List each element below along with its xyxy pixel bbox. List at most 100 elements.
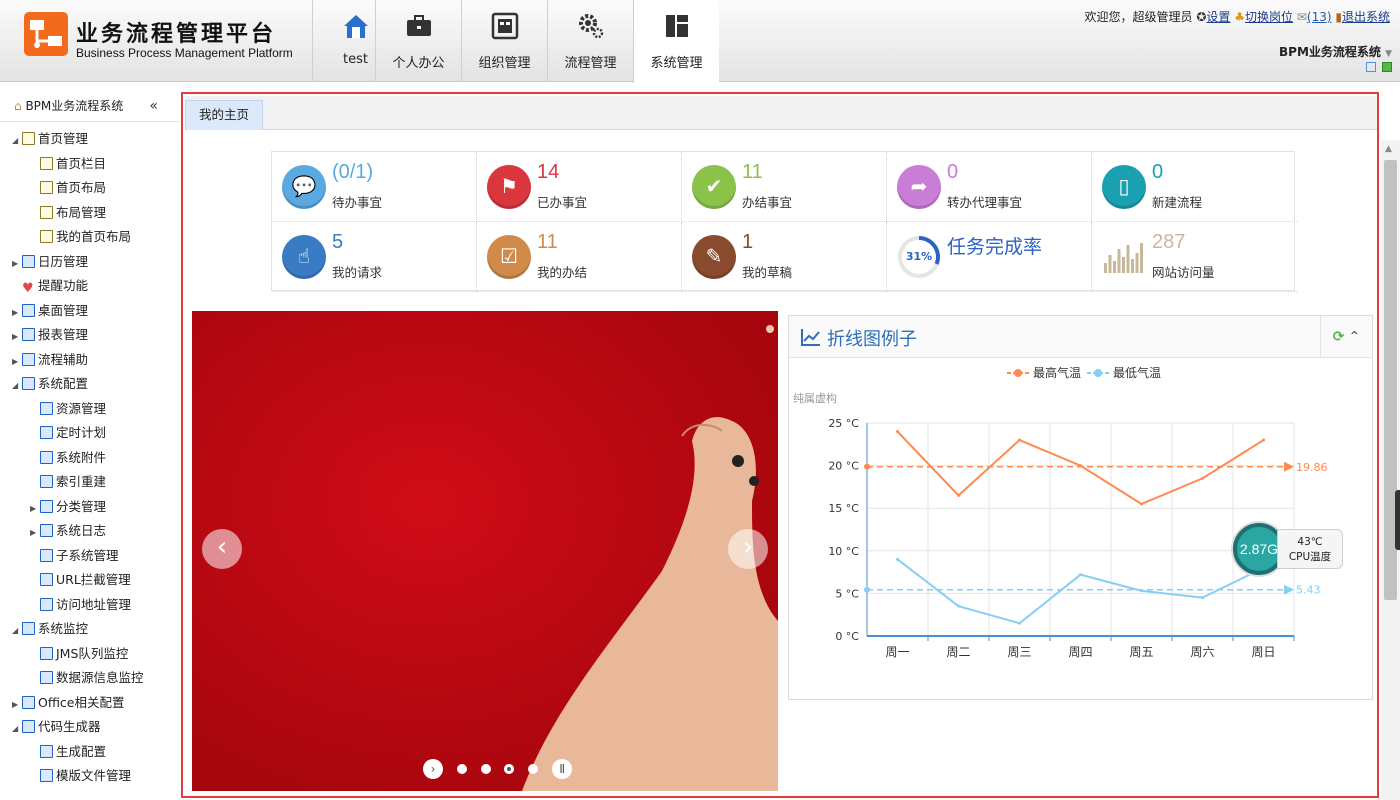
- tree-collapsed-icon[interactable]: ▶: [12, 253, 22, 275]
- tree-collapsed-icon[interactable]: ▶: [12, 302, 22, 324]
- document-icon: ▯: [1102, 165, 1146, 209]
- sidebar-item[interactable]: 首页布局: [30, 177, 106, 199]
- sidebar-item[interactable]: ♥ 提醒功能: [12, 275, 88, 297]
- side-handle[interactable]: [1395, 490, 1400, 550]
- sidebar-item[interactable]: ◢ 首页管理: [12, 128, 88, 150]
- tree-collapsed-icon[interactable]: ▶: [30, 522, 40, 544]
- sidebar-item-label: 模版文件管理: [56, 768, 132, 783]
- tab-bar: 我的主页: [185, 96, 1377, 130]
- stat-card[interactable]: 💬 (0/1) 待办事宜: [272, 152, 477, 222]
- sidebar-item[interactable]: ◢ 系统配置: [12, 373, 88, 395]
- sidebar-item[interactable]: 资源管理: [30, 398, 106, 420]
- sidebar-item[interactable]: ▶ 分类管理: [30, 496, 106, 518]
- sidebar-item[interactable]: ▶ 流程辅助: [12, 349, 88, 371]
- average-arrow: [1284, 461, 1294, 472]
- sidebar-item-label: 首页栏目: [56, 155, 107, 171]
- stat-card[interactable]: ✎ 1 我的草稿: [682, 222, 887, 292]
- sidebar-item[interactable]: 我的首页布局: [30, 226, 131, 248]
- tree-collapsed-icon[interactable]: ▶: [12, 351, 22, 373]
- stat-card[interactable]: ⚑ 14 已办事宜: [477, 152, 682, 222]
- bars-icon: [40, 499, 53, 513]
- carousel-next-button[interactable]: ›: [728, 529, 768, 569]
- sidebar-item-label: 索引重建: [56, 474, 107, 489]
- logout-link[interactable]: 退出系统: [1342, 10, 1390, 24]
- doc-icon: [22, 132, 35, 145]
- refresh-icon[interactable]: ⟳: [1333, 329, 1345, 345]
- tree-expanded-icon[interactable]: ◢: [12, 620, 22, 642]
- queue-icon: [40, 646, 53, 660]
- stat-value: 11: [742, 161, 763, 183]
- carousel-play-button[interactable]: ›: [423, 759, 443, 779]
- sidebar-item-label: 首页布局: [56, 180, 107, 195]
- carousel-pause-button[interactable]: Ⅱ: [552, 759, 573, 779]
- completion-percent: 31%: [905, 250, 933, 263]
- stat-card[interactable]: ➦ 0 转办代理事宜: [887, 152, 1092, 222]
- carousel-prev-button[interactable]: ‹: [202, 529, 242, 569]
- stat-card[interactable]: ✔ 11 办结事宜: [682, 152, 887, 222]
- subsystem-icon: [40, 548, 53, 562]
- nav-tab-label: 流程管理: [564, 56, 617, 71]
- stat-card[interactable]: ▯ 0 新建流程: [1092, 152, 1297, 222]
- page-scrollbar[interactable]: ▲: [1381, 140, 1400, 800]
- nav-tab-org-management[interactable]: 组织管理: [461, 0, 547, 82]
- sidebar-item[interactable]: 首页栏目: [30, 153, 106, 175]
- sidebar-item[interactable]: 系统附件: [30, 447, 106, 469]
- sidebar-item[interactable]: ◢ 系统监控: [12, 618, 88, 640]
- sidebar-item[interactable]: ▶ 桌面管理: [12, 300, 88, 322]
- app-subtitle: Business Process Management Platform: [76, 46, 293, 60]
- sidebar-item[interactable]: 定时计划: [30, 422, 106, 444]
- sidebar-item[interactable]: 访问地址管理: [30, 594, 131, 616]
- sidebar-item-label: 子系统管理: [56, 547, 119, 563]
- mail-count-link[interactable]: (13): [1307, 10, 1332, 24]
- sidebar-item[interactable]: 布局管理: [30, 202, 106, 224]
- stat-card[interactable]: 31% 任务完成率: [887, 222, 1092, 292]
- stat-card[interactable]: ☝ 5 我的请求: [272, 222, 477, 292]
- sidebar-item[interactable]: ▶ Office相关配置: [12, 692, 125, 714]
- nav-tab-process-management[interactable]: 流程管理: [547, 0, 633, 82]
- sidebar-item[interactable]: 模版文件管理: [30, 765, 131, 787]
- carousel-dot[interactable]: [480, 764, 491, 774]
- sidebar-item[interactable]: JMS队列监控: [30, 643, 128, 665]
- sidebar-item[interactable]: 子系统管理: [30, 545, 119, 567]
- stat-label: 待办事宜: [332, 195, 383, 210]
- tree-collapsed-icon[interactable]: ▶: [12, 326, 22, 348]
- carousel-dot[interactable]: [504, 764, 515, 774]
- carousel-pagination: › Ⅱ: [418, 759, 577, 781]
- tree-collapsed-icon[interactable]: ▶: [12, 694, 22, 716]
- sidebar-title: BPM业务流程系统: [25, 99, 124, 113]
- sidebar-item[interactable]: ▶ 报表管理: [12, 324, 88, 346]
- nav-tab-personal-office[interactable]: 个人办公: [375, 0, 461, 82]
- tree-expanded-icon[interactable]: ◢: [12, 375, 22, 397]
- system-select[interactable]: BPM业务流程系统 ▼: [1279, 43, 1392, 60]
- sidebar-item[interactable]: ▶ 日历管理: [12, 251, 88, 273]
- office-icon: [22, 695, 35, 709]
- tree-expanded-icon[interactable]: ◢: [12, 130, 22, 152]
- sidebar-item[interactable]: 索引重建: [30, 471, 106, 493]
- green-status-icon[interactable]: [1382, 62, 1392, 72]
- url-icon: [40, 573, 53, 586]
- tab-my-home[interactable]: 我的主页: [185, 100, 263, 130]
- nav-tab-system-management[interactable]: 系统管理: [633, 0, 719, 83]
- sidebar-item[interactable]: 生成配置: [30, 741, 106, 763]
- cpu-widget[interactable]: 2.87G 43℃ CPU温度: [1233, 523, 1343, 575]
- sidebar-item[interactable]: 数据源信息监控: [30, 667, 144, 689]
- sidebar-item[interactable]: ▶ 系统日志: [30, 520, 106, 542]
- sidebar-item[interactable]: ◢ 代码生成器: [12, 716, 101, 738]
- collapse-sidebar-button[interactable]: «: [149, 90, 158, 122]
- data-point: [1079, 573, 1082, 577]
- carousel-dot[interactable]: [528, 764, 539, 774]
- switch-post-link[interactable]: 切换岗位: [1245, 10, 1293, 24]
- settings-link[interactable]: 设置: [1206, 10, 1230, 24]
- logout-icon: ▮: [1335, 10, 1342, 24]
- chart-subtitle: 纯属虚构: [793, 391, 837, 405]
- collapse-icon[interactable]: ⌃: [1349, 329, 1361, 345]
- stat-card[interactable]: 287 网站访问量: [1092, 222, 1297, 292]
- tree-collapsed-icon[interactable]: ▶: [30, 498, 40, 520]
- stat-card[interactable]: ☑ 11 我的办结: [477, 222, 682, 292]
- scroll-up-icon[interactable]: ▲: [1385, 144, 1392, 154]
- carousel-dot[interactable]: [456, 764, 467, 774]
- sidebar-item[interactable]: URL拦截管理: [30, 569, 131, 591]
- window-icon[interactable]: [1366, 62, 1376, 72]
- chevron-down-icon: ▼: [1385, 49, 1392, 59]
- tree-expanded-icon[interactable]: ◢: [12, 718, 22, 740]
